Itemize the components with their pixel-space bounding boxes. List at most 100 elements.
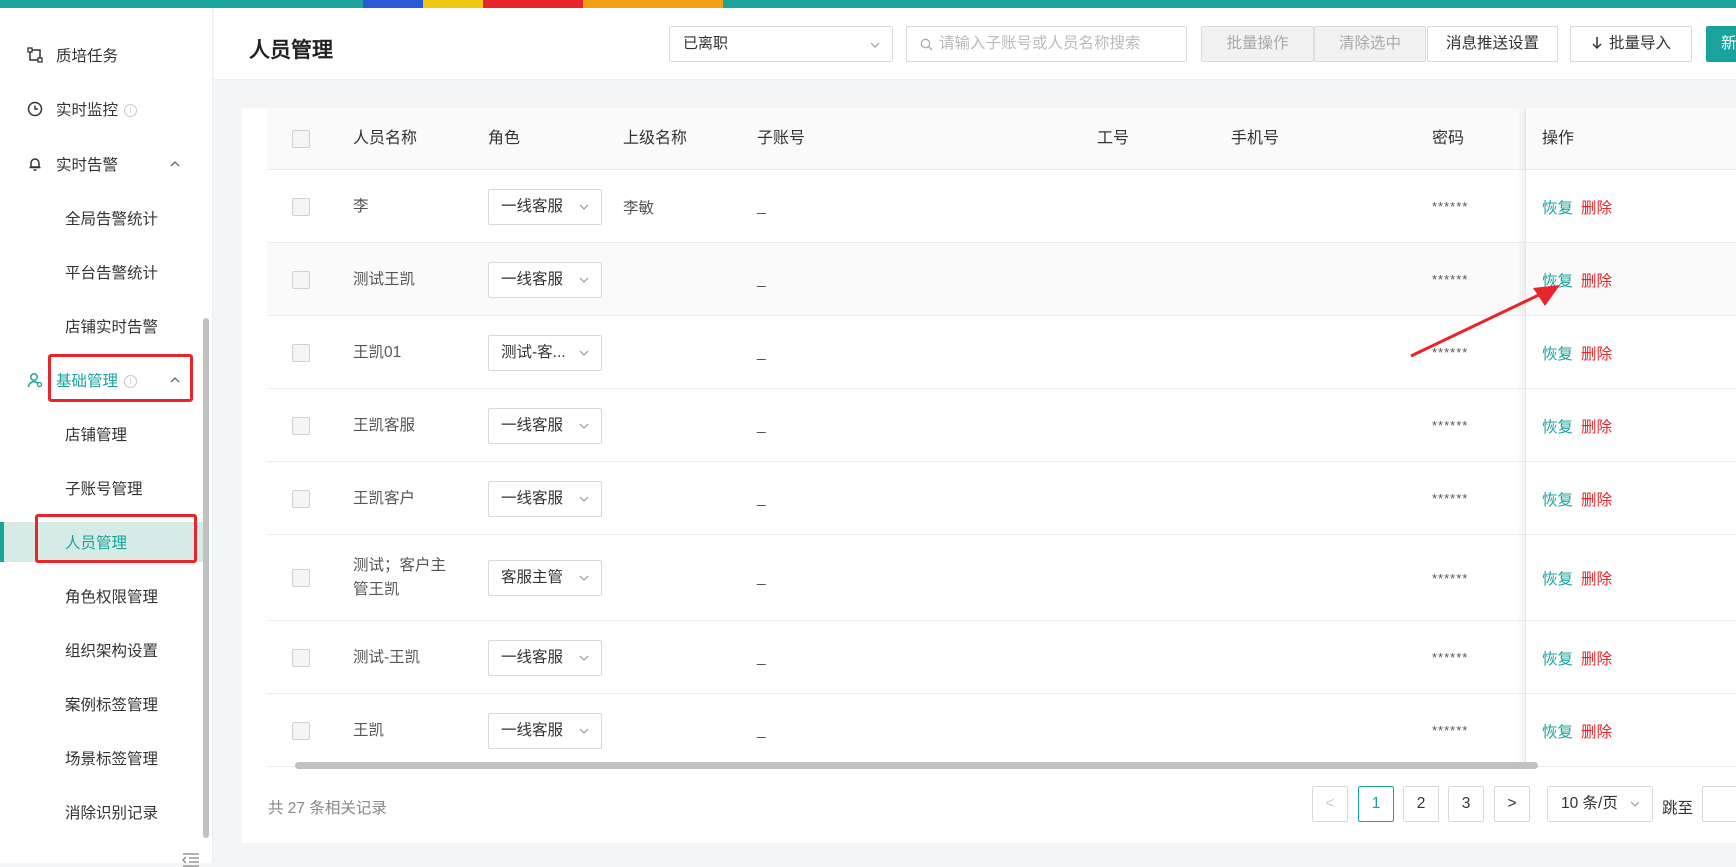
restore-link[interactable]: 恢复 (1542, 196, 1573, 218)
search-placeholder: 请输入子账号或人员名称搜索 (939, 35, 1141, 52)
table-row: 李 一线客服 李敏 _ ****** (267, 170, 1736, 243)
column-header-superior: 上级名称 (623, 130, 688, 147)
sidebar-item-label: 子账号管理 (65, 481, 143, 498)
delete-link[interactable]: 删除 (1581, 488, 1612, 510)
column-header-password: 密码 (1432, 130, 1465, 147)
cell-subaccount: _ (757, 343, 766, 361)
sidebar-item-label: 质培任务 (56, 48, 119, 65)
restore-link[interactable]: 恢复 (1542, 488, 1573, 510)
column-header-phone: 手机号 (1231, 130, 1280, 147)
column-header-role: 角色 (488, 130, 521, 147)
sidebar-item-store-realtime-alert[interactable]: 店铺实时告警 (0, 306, 206, 346)
page-2-button[interactable]: 2 (1403, 786, 1439, 822)
cell-password: ****** (1432, 199, 1469, 214)
role-select[interactable]: 一线客服 (488, 639, 602, 676)
restore-link[interactable]: 恢复 (1542, 647, 1573, 669)
sidebar-scrollbar[interactable] (203, 318, 209, 838)
sidebar-item-label: 店铺实时告警 (65, 319, 159, 336)
sidebar-item-text: 实时监控 (56, 102, 119, 119)
role-select[interactable]: 测试-客... (488, 334, 602, 371)
row-checkbox[interactable] (292, 197, 310, 216)
top-banner (0, 0, 1736, 8)
cell-name: 李 (353, 197, 369, 215)
row-checkbox[interactable] (292, 569, 310, 587)
page-size-value: 10 条/页 (1561, 795, 1618, 812)
sidebar-item-case-tag[interactable]: 案例标签管理 (0, 684, 206, 724)
sidebar-item-scene-tag[interactable]: 场景标签管理 (0, 738, 206, 778)
chevron-down-icon (579, 728, 589, 734)
sidebar-item-label: 消除识别记录 (65, 805, 159, 822)
sidebar-item-platform-alert-stats[interactable]: 平台告警统计 (0, 252, 206, 292)
sidebar-item-store-management[interactable]: 店铺管理 (0, 414, 206, 454)
delete-link[interactable]: 删除 (1581, 720, 1612, 742)
delete-link[interactable]: 删除 (1581, 647, 1612, 669)
delete-link[interactable]: 删除 (1581, 415, 1612, 437)
status-select[interactable]: 已离职 (669, 26, 893, 62)
role-select[interactable]: 一线客服 (488, 480, 602, 517)
delete-link[interactable]: 删除 (1581, 342, 1612, 364)
select-all-checkbox[interactable] (292, 130, 310, 148)
sidebar-item-qc-task[interactable]: 质培任务 (0, 35, 206, 75)
message-push-settings-button[interactable]: 消息推送设置 (1427, 26, 1558, 62)
role-select[interactable]: 一线客服 (488, 712, 602, 749)
delete-link[interactable]: 删除 (1581, 567, 1612, 589)
chevron-down-icon (1630, 801, 1640, 807)
search-input[interactable]: 请输入子账号或人员名称搜索 (906, 26, 1187, 62)
sidebar-item-realtime-monitor[interactable]: 实时监控 i (0, 89, 206, 129)
batch-operation-button[interactable]: 批量操作 (1201, 26, 1314, 62)
row-checkbox[interactable] (292, 343, 310, 362)
table-horizontal-scrollbar[interactable] (295, 762, 1538, 769)
sidebar-item-label: 店铺管理 (65, 427, 128, 444)
new-staff-button[interactable]: 新 (1706, 26, 1736, 62)
next-page-button[interactable]: > (1494, 786, 1530, 822)
sidebar-item-role-permission[interactable]: 角色权限管理 (0, 576, 206, 616)
restore-link[interactable]: 恢复 (1542, 720, 1573, 742)
role-value: 客服主管 (501, 569, 564, 586)
collapse-sidebar-icon[interactable] (182, 853, 200, 867)
page-size-select[interactable]: 10 条/页 (1547, 786, 1653, 822)
chevron-down-icon (579, 204, 589, 210)
delete-link[interactable]: 删除 (1581, 269, 1612, 291)
sidebar-item-label: 实时告警 (56, 157, 119, 174)
page-title: 人员管理 (249, 39, 333, 62)
role-select[interactable]: 一线客服 (488, 407, 602, 444)
role-select[interactable]: 客服主管 (488, 560, 602, 596)
sidebar-item-realtime-alert[interactable]: 实时告警 (0, 144, 206, 184)
row-actions: 恢复 删除 (1542, 389, 1612, 462)
role-value: 一线客服 (501, 648, 564, 666)
cell-subaccount: _ (757, 489, 766, 507)
cell-name: 王凯01 (353, 343, 402, 361)
sidebar-item-subaccount-management[interactable]: 子账号管理 (0, 468, 206, 508)
delete-link[interactable]: 删除 (1581, 196, 1612, 218)
table-row: 王凯客户 一线客服 _ ****** (267, 462, 1736, 535)
column-header-name: 人员名称 (353, 130, 418, 147)
chevron-down-icon (579, 496, 589, 502)
role-select[interactable]: 一线客服 (488, 188, 602, 225)
batch-import-button[interactable]: 批量导入 (1570, 26, 1692, 62)
role-value: 测试-客... (501, 343, 566, 361)
sidebar-item-global-alert-stats[interactable]: 全局告警统计 (0, 198, 206, 238)
role-value: 一线客服 (501, 416, 564, 434)
cell-subaccount: _ (757, 197, 766, 215)
restore-link[interactable]: 恢复 (1542, 415, 1573, 437)
cell-name: 测试王凯 (353, 270, 416, 288)
sidebar-item-org-structure[interactable]: 组织架构设置 (0, 630, 206, 670)
chevron-up-icon (170, 161, 180, 167)
row-checkbox[interactable] (292, 270, 310, 289)
clear-selection-button[interactable]: 清除选中 (1314, 26, 1426, 62)
row-checkbox[interactable] (292, 416, 310, 435)
cell-name: 测试；客户主管王凯 (353, 557, 447, 598)
prev-page-button[interactable]: < (1312, 786, 1348, 822)
role-select[interactable]: 一线客服 (488, 261, 602, 298)
row-checkbox[interactable] (292, 489, 310, 508)
row-checkbox[interactable] (292, 648, 310, 667)
page-3-button[interactable]: 3 (1448, 786, 1484, 822)
restore-link[interactable]: 恢复 (1542, 567, 1573, 589)
chevron-down-icon (579, 575, 589, 581)
task-icon (27, 47, 43, 63)
table-card: 人员名称 角色 上级名称 子账号 工号 手机号 密码 李一线客服 李敏 _ *****… (242, 108, 1736, 843)
page-1-button[interactable]: 1 (1358, 786, 1394, 822)
sidebar-item-clear-recognition[interactable]: 消除识别记录 (0, 792, 206, 832)
row-checkbox[interactable] (292, 721, 310, 740)
jump-to-page-input[interactable] (1702, 786, 1736, 822)
